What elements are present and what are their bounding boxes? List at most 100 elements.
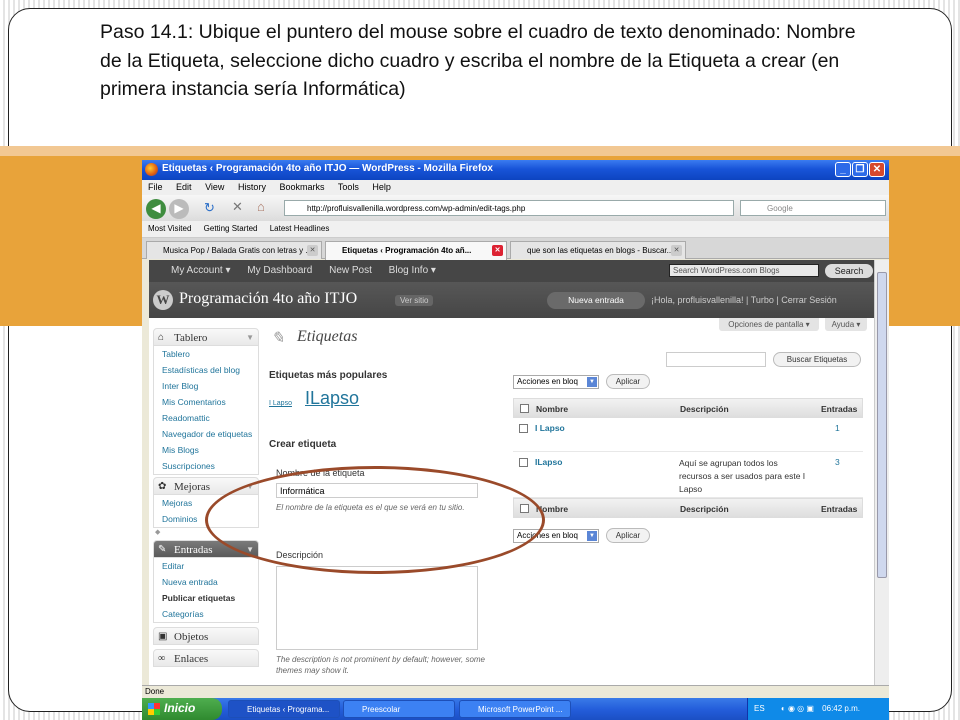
table-row: I Lapso 1 [513,418,863,452]
task-firefox[interactable]: Etiquetas ‹ Programa... [228,700,340,718]
site-title[interactable]: Programación 4to año ITJO [179,290,357,308]
tag-description: Aquí se agrupan todos los recursos a ser… [679,458,806,494]
tray-icons[interactable]: ◐ ◉ ◎ ▣ [781,704,814,713]
sidebar-item-publicar-etiquetas[interactable]: Publicar etiquetas [154,590,258,606]
menu-enlaces[interactable]: ∞ Enlaces [153,649,259,667]
link-icon: ∞ [158,653,166,664]
header-nombre[interactable]: Nombre [536,404,568,414]
stop-icon[interactable]: ✕ [232,199,243,215]
menu-file[interactable]: File [148,182,163,192]
task-powerpoint[interactable]: Microsoft PowerPoint ... [459,700,571,718]
wp-search-input[interactable]: Search WordPress.com Blogs [669,264,819,277]
tag-link-i-lapso[interactable]: I Lapso [269,400,292,407]
wp-blog-info[interactable]: Blog Info ▾ [389,265,436,276]
view-site-button[interactable]: Ver sitio [395,295,434,306]
wp-new-post[interactable]: New Post [329,265,372,276]
tag-link-ilapso[interactable]: ILapso [305,388,359,409]
tab-label: que son las etiquetas en blogs - Buscar.… [527,246,674,255]
sidebar-item-mis-comentarios[interactable]: Mis Comentarios [154,394,258,410]
apply-button-bottom[interactable]: Aplicar [606,528,650,543]
search-input[interactable]: Google [740,200,886,216]
footer-entradas[interactable]: Entradas [821,504,857,514]
menu-edit[interactable]: Edit [176,182,192,192]
clock[interactable]: 06:42 p.m. [822,704,860,713]
sidebar-item-suscripciones[interactable]: Suscripciones [154,458,258,474]
collapse-icon[interactable]: ▼ [246,333,254,342]
close-button[interactable]: ✕ [869,162,885,177]
task-preescolar[interactable]: Preescolar [343,700,455,718]
table-footer: Nombre Descripción Entradas [513,498,863,518]
sidebar-item-mis-blogs[interactable]: Mis Blogs [154,442,258,458]
house-icon: ⌂ [158,332,165,343]
wp-my-dashboard[interactable]: My Dashboard [247,265,312,276]
url-bar[interactable]: http://profluisvallenilla.wordpress.com/… [284,200,734,216]
wp-header: W Programación 4to año ITJO Ver sitio Nu… [149,282,874,318]
menu-history[interactable]: History [238,182,266,192]
reload-icon[interactable]: ↻ [204,200,215,216]
gear-icon: ✿ [158,481,167,492]
menu-mejoras-label: Mejoras [174,481,211,493]
tab-busqueda[interactable]: que son las etiquetas en blogs - Buscar.… [510,241,686,259]
slide: Paso 14.1: Ubique el puntero del mouse s… [0,0,960,720]
scrollbar-thumb[interactable] [877,272,887,578]
wp-search-button[interactable]: Search [825,264,873,278]
start-button[interactable]: Inicio [142,698,222,720]
minimize-button[interactable]: _ [835,162,851,177]
row-checkbox[interactable] [519,424,528,433]
menu-objetos[interactable]: ▣ Objetos [153,627,259,645]
maximize-button[interactable]: ❐ [852,162,868,177]
start-label: Inicio [164,701,196,715]
home-icon[interactable]: ⌂ [257,199,265,214]
menu-tools[interactable]: Tools [338,182,359,192]
tab-etiquetas[interactable]: Etiquetas ‹ Programación 4to añ... ✕ [325,241,507,260]
menu-tablero-label: Tablero [174,332,208,344]
sidebar-item-nueva-entrada[interactable]: Nueva entrada [154,574,258,590]
close-tab-icon[interactable]: ✕ [307,245,318,256]
user-links[interactable]: ¡Hola, profluisvallenilla! | Turbo | Cer… [651,295,837,305]
menu-bookmarks[interactable]: Bookmarks [279,182,324,192]
sidebar-item-editar[interactable]: Editar [154,558,258,574]
select-all-checkbox[interactable] [520,404,529,413]
instruction-text: Paso 14.1: Ubique el puntero del mouse s… [100,21,856,100]
tag-name-link[interactable]: ILapso [535,457,562,467]
apply-button-top[interactable]: Aplicar [606,374,650,389]
menu-tablero[interactable]: ⌂ Tablero ▼ [153,328,259,346]
close-tab-icon[interactable]: ✕ [671,245,682,256]
description-textarea[interactable] [276,566,478,650]
forward-arrow-icon[interactable]: ▶ [169,199,189,219]
tag-count-link[interactable]: 3 [835,457,840,467]
sidebar-item-navegador-etiquetas[interactable]: Navegador de etiquetas [154,426,258,442]
bookmark-getting-started[interactable]: Getting Started [204,224,258,233]
footer-descripcion[interactable]: Descripción [680,504,729,514]
menu-view[interactable]: View [205,182,224,192]
tab-musica[interactable]: Musica Pop / Balada Gratis con letras y … [146,241,322,259]
wp-my-account[interactable]: My Account ▾ [171,265,231,276]
tag-search-input[interactable] [666,352,766,367]
bookmarks-toolbar: Most Visited Getting Started Latest Head… [142,221,889,238]
sidebar-item-estadisticas[interactable]: Estadísticas del blog [154,362,258,378]
language-indicator[interactable]: ES [754,704,765,713]
close-tab-icon[interactable]: ✕ [492,245,503,256]
page-scrollbar[interactable] [874,260,889,685]
tag-count-link[interactable]: 1 [835,423,840,433]
back-arrow-icon[interactable]: ◀ [146,199,166,219]
sidebar-item-tablero[interactable]: Tablero [154,346,258,362]
header-descripcion[interactable]: Descripción [680,404,729,414]
sidebar-item-categorias[interactable]: Categorías [154,606,258,622]
windows-taskbar: Inicio Etiquetas ‹ Programa... Preescola… [142,698,889,720]
menu-help[interactable]: Help [372,182,391,192]
tag-name-link[interactable]: I Lapso [535,423,565,433]
system-tray: ES ◐ ◉ ◎ ▣ 06:42 p.m. [747,698,889,720]
entradas-submenu: Editar Nueva entrada Publicar etiquetas … [153,558,259,623]
sidebar-item-readomattic[interactable]: Readomattic [154,410,258,426]
bulk-actions-select-top[interactable]: Acciones en bloq ▼ [513,375,599,389]
bookmark-latest-headlines[interactable]: Latest Headlines [270,224,330,233]
header-entradas[interactable]: Entradas [821,404,857,414]
row-checkbox[interactable] [519,458,528,467]
new-entry-button[interactable]: Nueva entrada [547,292,645,309]
page-title-text: Etiquetas [297,328,358,345]
sidebar-item-inter-blog[interactable]: Inter Blog [154,378,258,394]
search-tags-button[interactable]: Buscar Etiquetas [773,352,861,367]
bookmark-most-visited[interactable]: Most Visited [148,224,191,233]
table-header: Nombre Descripción Entradas [513,398,863,418]
